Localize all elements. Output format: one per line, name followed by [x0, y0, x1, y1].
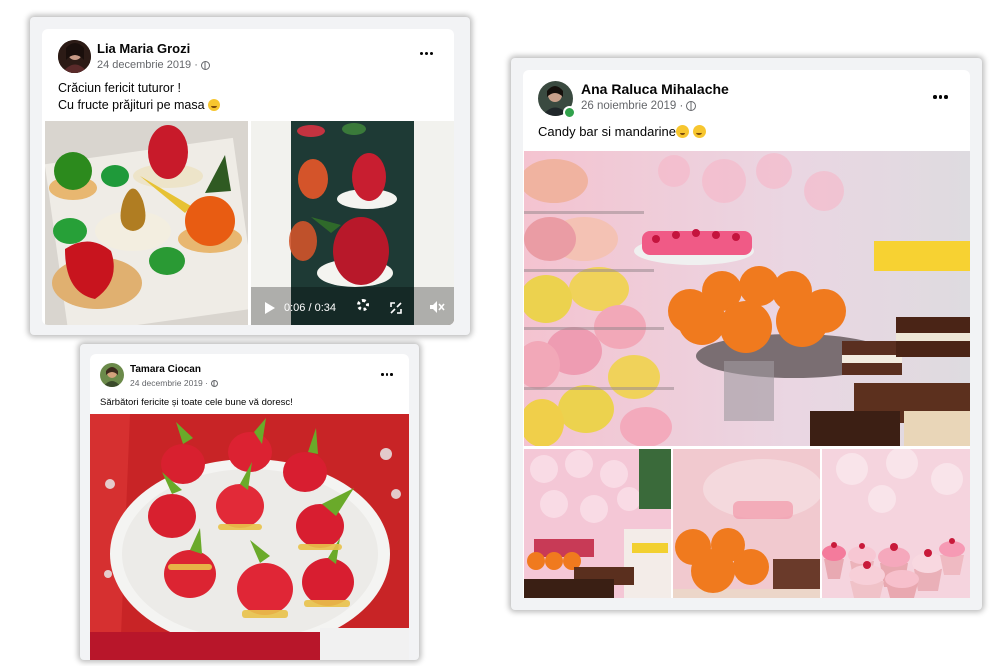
fullscreen-icon[interactable]	[390, 301, 402, 314]
post-text-line-2: Cu fructe prăjituri pe masa	[58, 98, 221, 112]
mute-icon[interactable]	[429, 300, 445, 314]
post-card-lia: Lia Maria Grozi 24 decembrie 2019 · Crăc…	[42, 29, 454, 325]
post-photo-main[interactable]	[524, 151, 970, 446]
smile-emoji-icon	[208, 99, 221, 111]
post-text-line: Candy bar si mandarine	[538, 124, 706, 139]
post-photo[interactable]	[45, 121, 248, 325]
post-date-text[interactable]: 24 decembrie 2019 ·	[130, 378, 208, 388]
post-frame-lia: Lia Maria Grozi 24 decembrie 2019 · Crăc…	[30, 17, 470, 335]
post-date-text[interactable]: 24 decembrie 2019 ·	[97, 59, 198, 71]
post-photo-thumb-1[interactable]	[524, 449, 671, 598]
post-date[interactable]: 24 decembrie 2019 ·	[97, 59, 210, 71]
post-text: Cu fructe prăjituri pe masa	[58, 98, 205, 112]
post-text: Candy bar si mandarine	[538, 124, 677, 139]
video-time: 0:06 / 0:34	[284, 302, 336, 314]
grin-emoji-icon	[676, 125, 690, 138]
post-photo[interactable]	[90, 414, 409, 660]
more-options-icon[interactable]	[933, 95, 948, 99]
globe-icon	[200, 60, 210, 70]
more-options-icon[interactable]	[381, 373, 393, 376]
avatar[interactable]	[100, 363, 124, 387]
post-card-tamara: Tamara Ciocan 24 decembrie 2019 · Sărbăt…	[90, 354, 409, 660]
post-date-text[interactable]: 26 noiembrie 2019 ·	[581, 100, 683, 112]
post-frame-ana: Ana Raluca Mihalache 26 noiembrie 2019 ·…	[511, 58, 982, 610]
post-text: Sărbători fericite și toate cele bune vă…	[100, 397, 293, 408]
post-video[interactable]: 0:06 / 0:34	[251, 121, 454, 325]
more-options-icon[interactable]	[420, 52, 433, 55]
globe-icon	[686, 100, 697, 111]
author-name[interactable]: Tamara Ciocan	[130, 364, 201, 375]
post-photo-thumb-2[interactable]	[673, 449, 820, 598]
post-card-ana: Ana Raluca Mihalache 26 noiembrie 2019 ·…	[523, 70, 970, 598]
settings-icon[interactable]	[357, 299, 369, 311]
post-date[interactable]: 26 noiembrie 2019 ·	[581, 100, 697, 112]
online-status-icon	[563, 106, 576, 119]
globe-icon	[210, 380, 218, 388]
play-icon[interactable]	[265, 302, 275, 314]
avatar[interactable]	[58, 40, 91, 73]
author-name[interactable]: Lia Maria Grozi	[97, 41, 190, 56]
grin-emoji-icon	[692, 125, 706, 138]
post-frame-tamara: Tamara Ciocan 24 decembrie 2019 · Sărbăt…	[80, 344, 419, 660]
post-text-line-1: Crăciun fericit tuturor !	[58, 81, 181, 95]
post-date[interactable]: 24 decembrie 2019 ·	[130, 378, 218, 388]
author-name[interactable]: Ana Raluca Mihalache	[581, 81, 729, 97]
post-photo-thumb-3[interactable]	[822, 449, 970, 598]
